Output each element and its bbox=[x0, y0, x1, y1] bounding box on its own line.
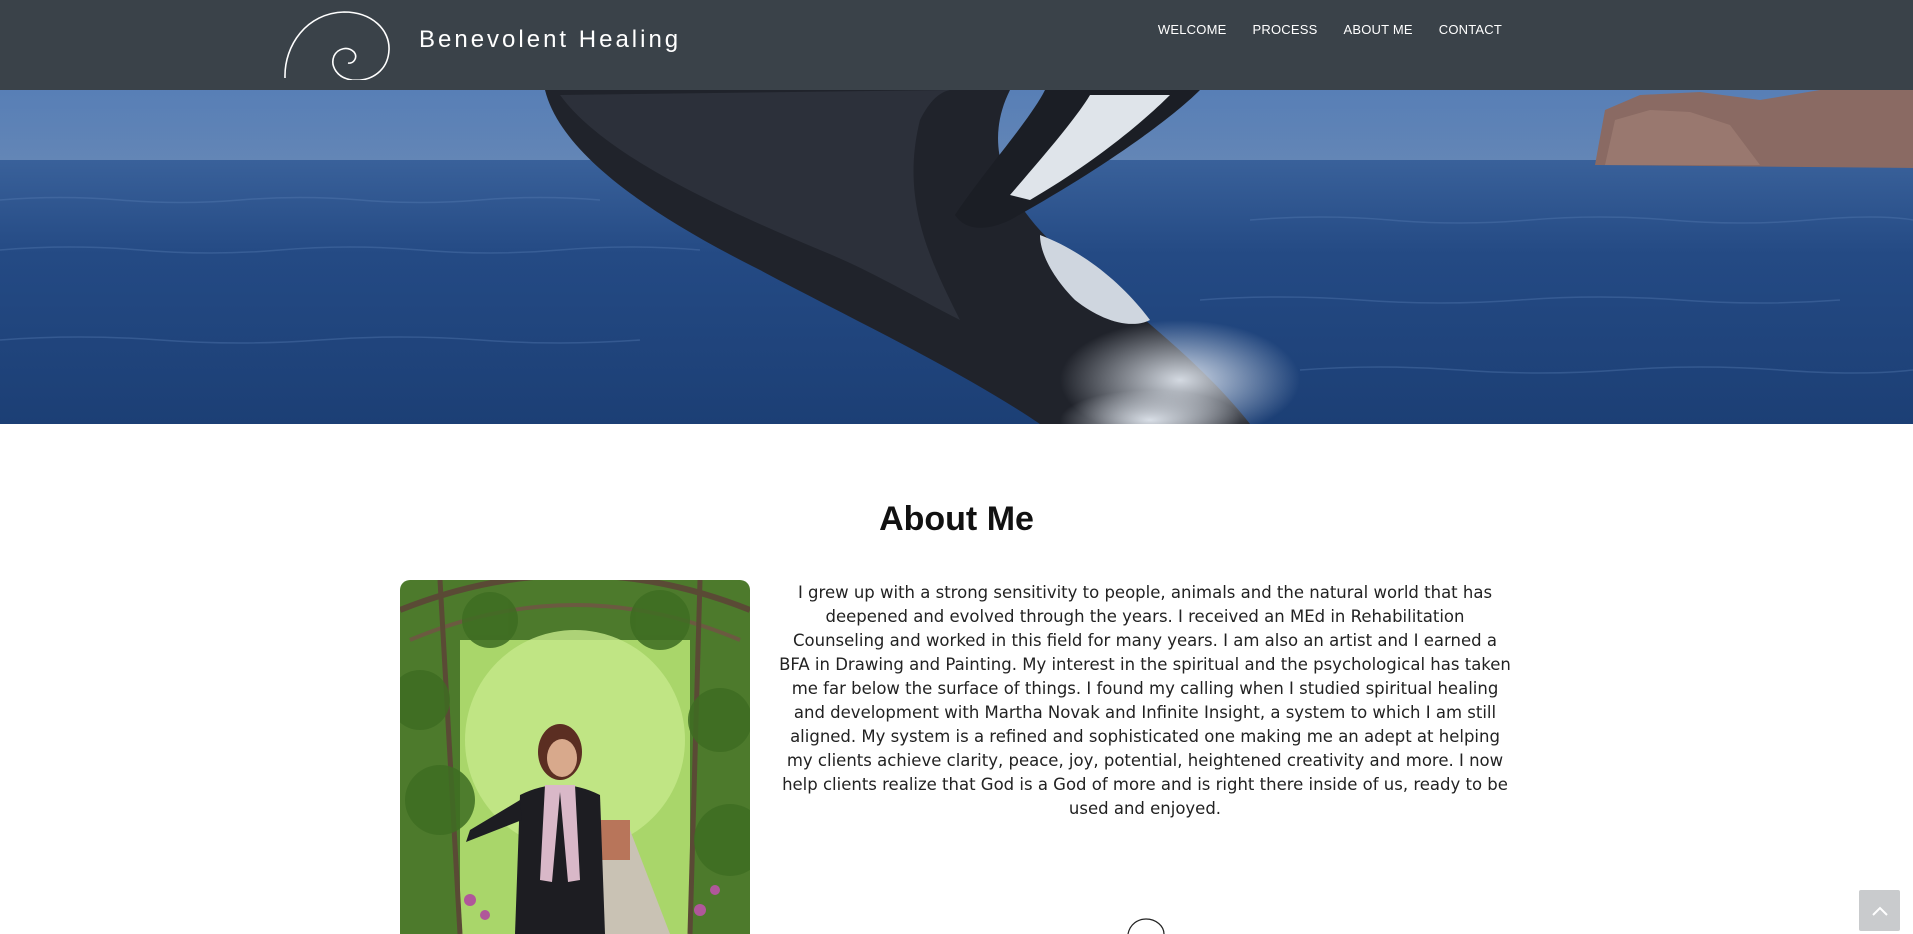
about-title: About Me bbox=[879, 500, 1034, 538]
nav-about-me[interactable]: ABOUT ME bbox=[1343, 22, 1412, 37]
spiral-logo-icon[interactable] bbox=[282, 10, 392, 80]
nav-welcome[interactable]: WELCOME bbox=[1158, 22, 1227, 37]
nav-contact[interactable]: CONTACT bbox=[1439, 22, 1502, 37]
about-body-text: I grew up with a strong sensitivity to p… bbox=[779, 583, 1511, 818]
chevron-up-icon bbox=[1871, 906, 1888, 916]
spiral-ornament-icon bbox=[1127, 918, 1165, 934]
nav-process[interactable]: PROCESS bbox=[1252, 22, 1317, 37]
about-photo bbox=[400, 580, 750, 934]
woman-in-garden-arbor-photo bbox=[400, 580, 750, 934]
brand-name[interactable]: Benevolent Healing bbox=[419, 26, 681, 54]
site-header: Benevolent Healing WELCOME PROCESS ABOUT… bbox=[0, 0, 1913, 90]
main-nav: WELCOME PROCESS ABOUT ME CONTACT bbox=[1158, 22, 1502, 37]
scroll-to-top-button[interactable] bbox=[1859, 890, 1900, 931]
